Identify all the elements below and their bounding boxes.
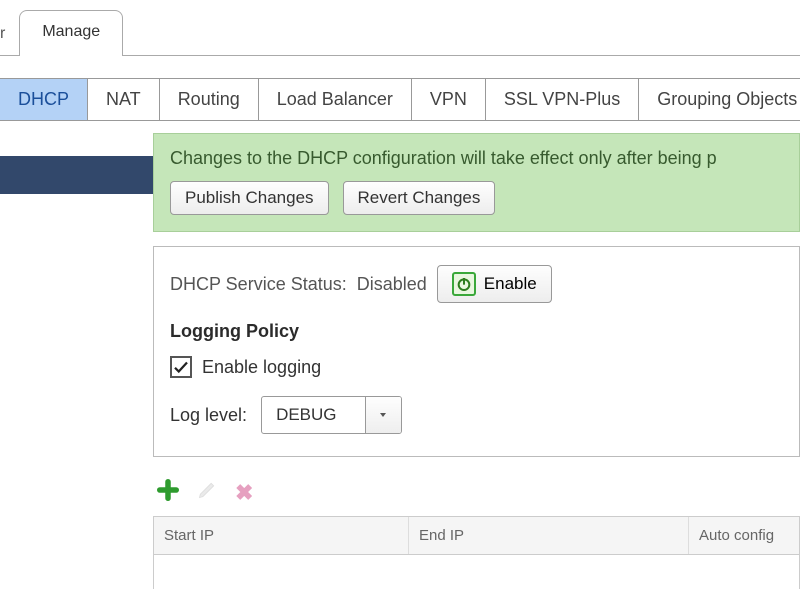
- notice-text: Changes to the DHCP configuration will t…: [170, 148, 783, 169]
- publish-changes-button[interactable]: Publish Changes: [170, 181, 329, 215]
- subtab-ssl-vpn-plus[interactable]: SSL VPN-Plus: [486, 79, 639, 120]
- logging-policy-heading: Logging Policy: [170, 321, 783, 342]
- log-level-select[interactable]: DEBUG: [261, 396, 401, 434]
- left-sidebar: [0, 121, 153, 589]
- dhcp-status-value: Disabled: [357, 274, 427, 295]
- tab-manage[interactable]: Manage: [19, 10, 123, 56]
- dhcp-status-label: DHCP Service Status:: [170, 274, 347, 295]
- table-body-empty: [154, 555, 799, 589]
- subtab-grouping-objects[interactable]: Grouping Objects: [639, 79, 800, 120]
- subtab-vpn[interactable]: VPN: [412, 79, 486, 120]
- tab-partial[interactable]: r: [0, 13, 15, 55]
- column-start-ip[interactable]: Start IP: [154, 517, 409, 554]
- table-toolbar: ✖: [157, 479, 800, 506]
- subtab-load-balancer[interactable]: Load Balancer: [259, 79, 412, 120]
- add-icon[interactable]: [157, 479, 179, 506]
- subtab-dhcp[interactable]: DHCP: [0, 79, 88, 120]
- enable-logging-label: Enable logging: [202, 357, 321, 378]
- dhcp-pools-table: Start IP End IP Auto config: [153, 516, 800, 589]
- enable-logging-checkbox[interactable]: [170, 356, 192, 378]
- secondary-tabs: DHCP NAT Routing Load Balancer VPN SSL V…: [0, 78, 800, 121]
- column-auto-config[interactable]: Auto config: [689, 517, 799, 554]
- revert-changes-button[interactable]: Revert Changes: [343, 181, 496, 215]
- subtab-nat[interactable]: NAT: [88, 79, 160, 120]
- pending-changes-notice: Changes to the DHCP configuration will t…: [153, 133, 800, 232]
- chevron-down-icon[interactable]: [365, 397, 401, 433]
- log-level-value: DEBUG: [262, 397, 364, 433]
- column-end-ip[interactable]: End IP: [409, 517, 689, 554]
- delete-icon: ✖: [235, 480, 253, 506]
- log-level-label: Log level:: [170, 405, 247, 426]
- subtab-routing[interactable]: Routing: [160, 79, 259, 120]
- power-icon: [452, 272, 476, 296]
- sidebar-active-item[interactable]: [0, 156, 153, 194]
- enable-button-label: Enable: [484, 274, 537, 294]
- edit-icon: [197, 480, 217, 505]
- enable-service-button[interactable]: Enable: [437, 265, 552, 303]
- dhcp-config-panel: DHCP Service Status: Disabled Enable Log…: [153, 246, 800, 457]
- primary-tabs: r Manage: [0, 0, 800, 56]
